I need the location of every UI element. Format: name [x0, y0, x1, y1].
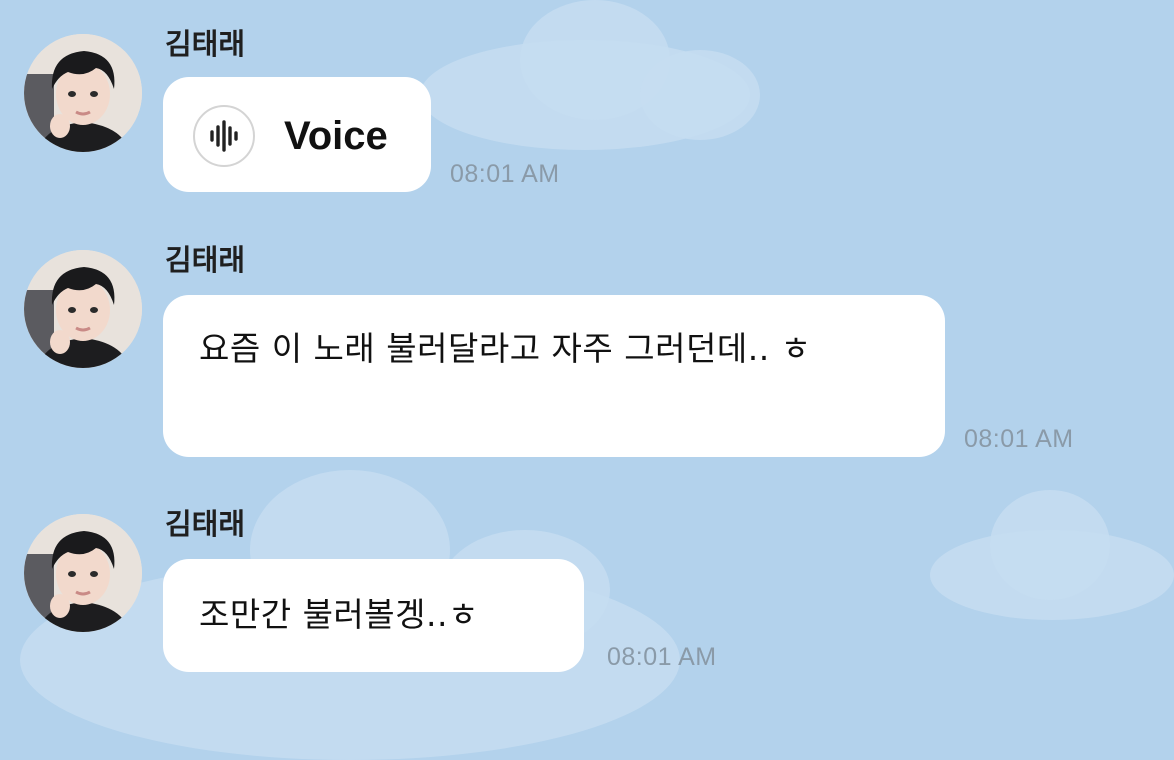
cloud-shape: [990, 490, 1110, 600]
cloud-shape: [640, 50, 760, 140]
voice-message-bubble[interactable]: Voice: [163, 77, 431, 192]
sender-name: 김태래: [165, 243, 246, 277]
sender-name: 김태래: [165, 507, 246, 541]
avatar-photo: [24, 250, 142, 368]
sender-name: 김태래: [165, 27, 246, 61]
avatar-photo: [24, 514, 142, 632]
message-timestamp: 08:01 AM: [450, 160, 560, 188]
message-timestamp: 08:01 AM: [607, 643, 717, 671]
audio-wave-icon[interactable]: [193, 105, 255, 167]
avatar[interactable]: [24, 514, 142, 632]
text-message-bubble[interactable]: 조만간 불러볼겡..ㅎ: [163, 559, 584, 672]
voice-label: Voice: [284, 114, 388, 158]
avatar-photo: [24, 34, 142, 152]
avatar[interactable]: [24, 250, 142, 368]
avatar[interactable]: [24, 34, 142, 152]
text-message-bubble[interactable]: 요즘 이 노래 불러달라고 자주 그러던데.. ㅎ: [163, 295, 945, 457]
message-timestamp: 08:01 AM: [964, 425, 1074, 453]
